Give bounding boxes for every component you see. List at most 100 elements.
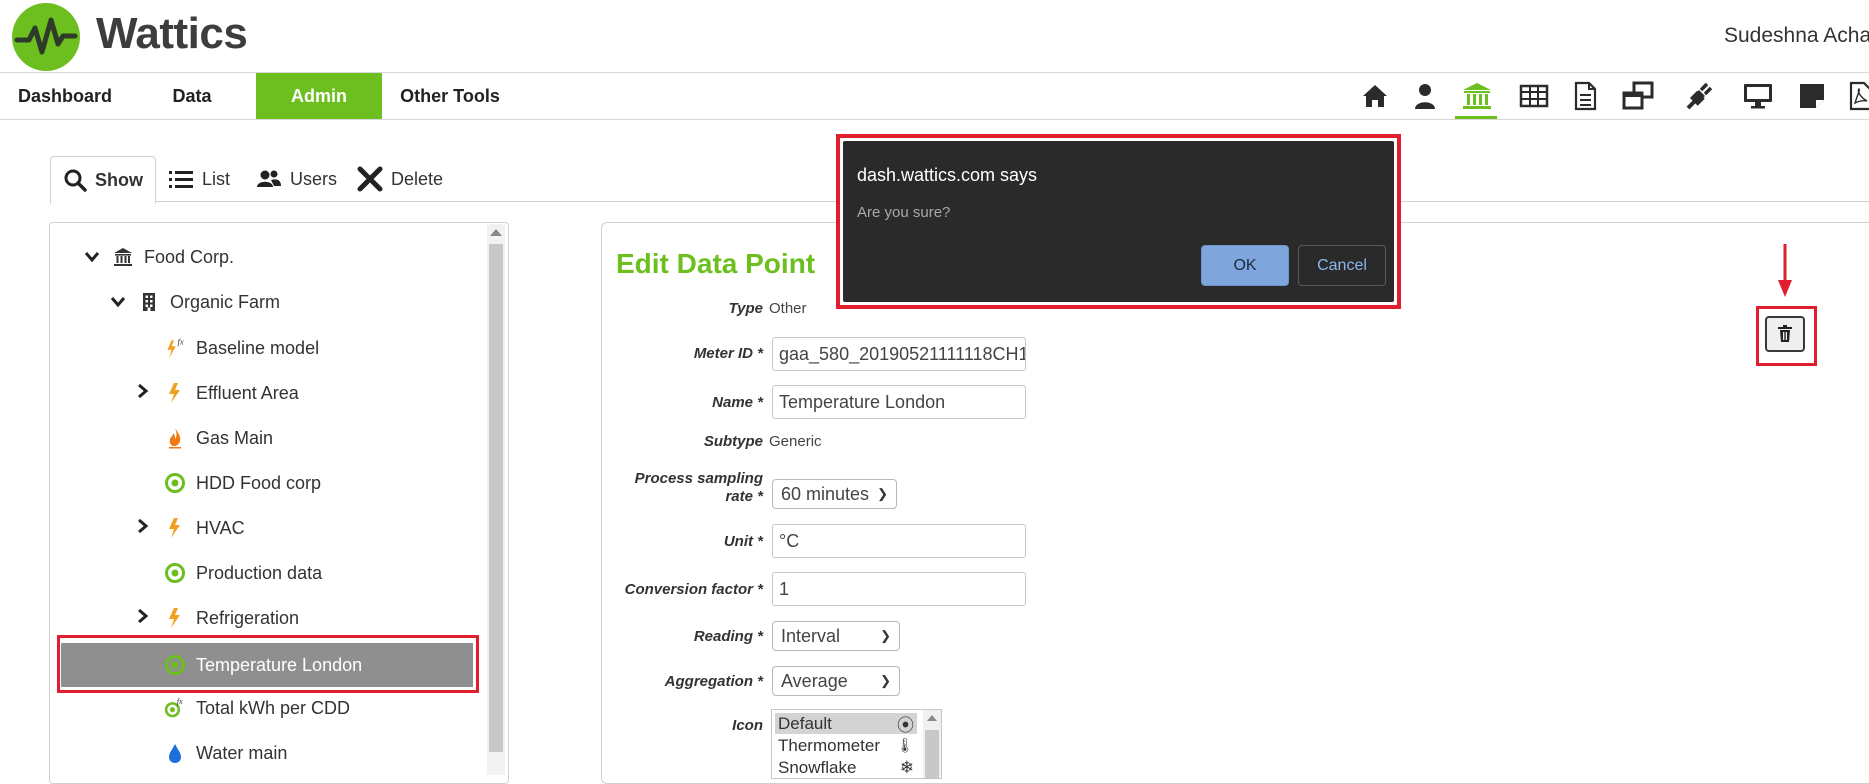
tab-users-label: Users — [290, 168, 338, 189]
svg-text:fx: fx — [177, 696, 183, 706]
user-name[interactable]: Sudeshna Achar — [1724, 24, 1869, 48]
conversion-factor-label: Conversion factor * — [624, 581, 763, 598]
meter-id-input[interactable]: gaa_580_20190521111118CH1 — [772, 337, 1026, 371]
tree-item-hvac[interactable]: HVAC — [136, 514, 245, 542]
snowflake-icon: ❄ — [899, 757, 914, 777]
chevron-right-icon[interactable] — [136, 518, 152, 539]
subtype-value: Generic — [769, 433, 822, 450]
tab-list[interactable]: List — [168, 156, 230, 202]
type-label: Type — [728, 300, 763, 317]
nav-data[interactable]: Data — [150, 73, 234, 119]
windows-icon[interactable] — [1622, 81, 1654, 111]
monitor-icon[interactable] — [1742, 81, 1772, 111]
water-drop-icon — [164, 742, 186, 764]
tree-item-label: Effluent Area — [196, 382, 299, 403]
reading-select[interactable]: Interval ❯ — [772, 621, 900, 651]
sampling-rate-value: 60 minutes — [781, 484, 870, 504]
chevron-down-icon[interactable] — [110, 292, 126, 313]
bolt-icon — [164, 382, 186, 404]
sampling-rate-label: Process sampling rate * — [617, 470, 763, 506]
unit-input[interactable]: °C — [772, 524, 1026, 558]
tree-item-label: HVAC — [196, 517, 245, 538]
selected-item-highlight — [57, 635, 479, 693]
icon-option-default[interactable]: Default ⦿ — [775, 713, 917, 735]
aggregation-label: Aggregation * — [664, 673, 763, 690]
tree-scrollbar-thumb[interactable] — [489, 244, 503, 752]
icon-label: Icon — [732, 717, 763, 734]
tab-delete-label: Delete — [391, 168, 444, 189]
chevron-right-icon[interactable] — [136, 608, 152, 629]
nav-other-tools[interactable]: Other Tools — [392, 73, 508, 119]
tree-item-production-data[interactable]: Production data — [164, 559, 322, 587]
plug-icon[interactable] — [1684, 81, 1714, 111]
delete-button[interactable] — [1765, 316, 1805, 352]
tree-item-root[interactable]: Food Corp. — [84, 243, 234, 271]
aggregation-select[interactable]: Average ❯ — [772, 666, 900, 696]
user-icon[interactable] — [1410, 81, 1440, 111]
annotation-arrow-icon — [1776, 244, 1794, 298]
tab-delete[interactable]: Delete — [357, 156, 443, 202]
chevron-down-icon: ❯ — [880, 673, 891, 688]
chevron-down-icon: ❯ — [880, 628, 891, 643]
icon-option-label: Default — [778, 713, 832, 733]
main-navbar: Dashboard Data Admin Other Tools — [0, 72, 1869, 120]
tree-item-refrigeration[interactable]: Refrigeration — [136, 604, 299, 632]
icon-option-snowflake[interactable]: Snowflake ❄ — [775, 757, 917, 778]
icon-listbox[interactable]: Default ⦿ Thermometer 🌡 Snowflake ❄ — [771, 709, 942, 779]
tree-item-gas-main[interactable]: Gas Main — [164, 424, 273, 452]
unit-label: Unit * — [723, 533, 763, 550]
icon-list-scrollbar[interactable] — [923, 710, 941, 778]
logo-text: Wattics — [96, 9, 248, 58]
conversion-factor-input[interactable]: 1 — [772, 572, 1026, 606]
nav-dashboard[interactable]: Dashboard — [0, 73, 130, 119]
name-input[interactable]: Temperature London — [772, 385, 1026, 419]
cancel-button[interactable]: Cancel — [1298, 245, 1386, 286]
tree-item-label: Food Corp. — [144, 246, 235, 267]
nav-admin[interactable]: Admin — [256, 73, 382, 119]
sampling-rate-label-line1: Process sampling — [634, 470, 763, 487]
tab-show[interactable]: Show — [50, 156, 156, 204]
flame-icon — [164, 427, 186, 449]
sampling-rate-select[interactable]: 60 minutes ❯ — [772, 479, 897, 509]
tab-list-label: List — [202, 168, 231, 189]
trash-icon — [1778, 325, 1792, 342]
tree-item-label: Gas Main — [196, 427, 274, 448]
tree-item-label: Refrigeration — [196, 607, 300, 628]
list-icon — [169, 171, 193, 188]
icon-option-thermometer[interactable]: Thermometer 🌡 — [775, 735, 917, 756]
tree-item-baseline-model[interactable]: fx Baseline model — [164, 334, 319, 362]
tree-item-label: Water main — [196, 742, 288, 763]
bolt-icon — [164, 607, 186, 629]
subtype-label: Subtype — [703, 433, 763, 450]
formula-bolt-icon: fx — [164, 337, 186, 359]
chevron-down-icon[interactable] — [84, 247, 100, 268]
document-icon[interactable] — [1570, 81, 1600, 111]
logo-mark-icon — [12, 3, 80, 71]
scroll-up-arrow-icon[interactable] — [490, 229, 502, 236]
sampling-rate-label-line2: rate * — [725, 488, 763, 505]
reading-value: Interval — [781, 626, 841, 646]
wattics-logo[interactable] — [11, 2, 81, 72]
home-icon[interactable] — [1360, 81, 1390, 111]
close-icon — [357, 166, 383, 192]
tree-item-water-main[interactable]: Water main — [164, 739, 287, 767]
building-icon[interactable] — [1455, 81, 1497, 119]
aggregation-value: Average — [781, 671, 848, 691]
note-icon[interactable] — [1797, 81, 1827, 111]
table-icon[interactable] — [1519, 81, 1549, 111]
tree-item-label: Production data — [196, 562, 323, 583]
users-icon — [257, 170, 281, 187]
tree-item-hdd-food-corp[interactable]: HDD Food corp — [164, 469, 321, 497]
scroll-up-arrow-icon[interactable] — [927, 715, 937, 721]
icon-list-scroll-thumb[interactable] — [925, 730, 939, 778]
tree-item-effluent-area[interactable]: Effluent Area — [136, 379, 299, 407]
chevron-right-icon[interactable] — [136, 383, 152, 404]
ok-button[interactable]: OK — [1201, 245, 1289, 286]
tab-users[interactable]: Users — [256, 156, 337, 202]
tree-item-site[interactable]: Organic Farm — [110, 288, 280, 316]
icon-option-label: Thermometer — [778, 735, 881, 755]
pdf-icon[interactable] — [1846, 81, 1869, 111]
target-icon: ⦿ — [897, 716, 914, 735]
tree-item-total-kwh-per-cdd[interactable]: fx Total kWh per CDD — [164, 694, 350, 722]
dialog-title: dash.wattics.com says — [857, 165, 1038, 185]
